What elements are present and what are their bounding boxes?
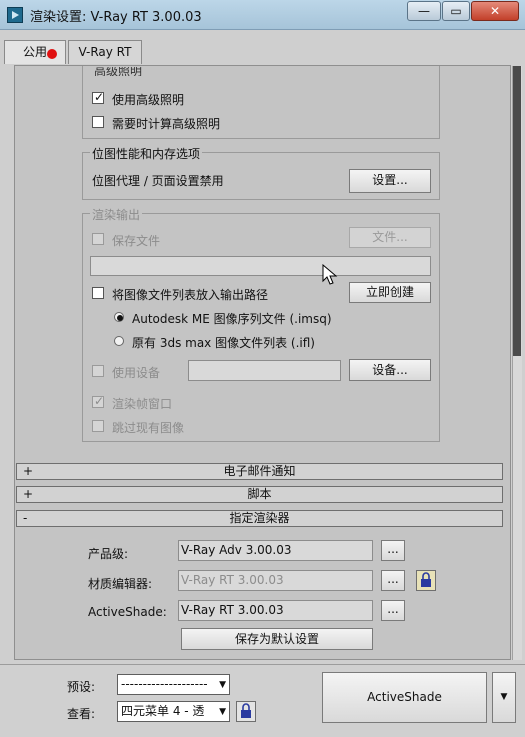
use-advanced-lighting-label: 使用高级照明 xyxy=(112,93,185,107)
save-file-checkbox[interactable] xyxy=(92,233,104,245)
lock-icon xyxy=(421,572,431,587)
use-device-label: 使用设备 xyxy=(112,366,161,380)
skip-existing-label: 跳过现有图像 xyxy=(112,421,185,435)
material-editor-lock-button[interactable] xyxy=(416,570,436,591)
checkmark-icon: ✓ xyxy=(94,394,105,408)
device-button[interactable]: 设备... xyxy=(349,359,431,381)
app-icon xyxy=(7,7,23,23)
mouse-cursor-icon xyxy=(322,263,338,286)
legacy-ifl-radio[interactable] xyxy=(114,336,124,346)
production-label: 产品级: xyxy=(88,547,129,561)
activeshade-label: ActiveShade: xyxy=(88,605,167,619)
use-device-checkbox[interactable] xyxy=(92,365,104,377)
restore-icon: ▭ xyxy=(450,4,462,18)
use-advanced-lighting-checkbox[interactable]: ✓ xyxy=(92,90,105,104)
window-title: 渲染设置: V-Ray RT 3.00.03 xyxy=(30,10,202,25)
maximize-button[interactable]: ▭ xyxy=(442,1,470,21)
compute-advanced-lighting-label: 需要时计算高级照明 xyxy=(112,117,221,131)
checkmark-icon: ✓ xyxy=(94,90,105,104)
scrollbar-thumb[interactable] xyxy=(513,66,521,356)
files-button[interactable]: 文件... xyxy=(349,227,431,248)
advanced-lighting-title: 高级照明 xyxy=(94,67,143,76)
material-editor-renderer-field: V-Ray RT 3.00.03 xyxy=(178,570,373,591)
output-path-field[interactable] xyxy=(90,256,431,276)
render-frame-window-checkbox[interactable]: ✓ xyxy=(92,394,105,408)
activeshade-renderer-field: V-Ray RT 3.00.03 xyxy=(178,600,373,621)
production-browse-button[interactable]: ... xyxy=(381,540,405,561)
bitmap-proxy-status: 位图代理 / 页面设置禁用 xyxy=(92,174,224,188)
tab-common-label: 公用 xyxy=(22,45,47,59)
lock-icon xyxy=(241,703,251,718)
bitmap-performance-title: 位图性能和内存选项 xyxy=(90,145,203,162)
material-editor-label: 材质编辑器: xyxy=(88,577,153,591)
rollout-email-notification[interactable]: + 电子邮件通知 xyxy=(16,463,503,480)
chevron-down-icon: ▼ xyxy=(217,702,226,721)
record-dot-icon xyxy=(47,49,57,59)
autodesk-me-label: Autodesk ME 图像序列文件 (.imsq) xyxy=(132,312,332,326)
legacy-ifl-label: 原有 3ds max 图像文件列表 (.ifl) xyxy=(132,336,315,350)
tab-vray-rt[interactable]: V-Ray RT xyxy=(68,40,142,64)
minimize-button[interactable]: — xyxy=(407,1,441,21)
view-lock-button[interactable] xyxy=(236,701,256,722)
production-renderer-field: V-Ray Adv 3.00.03 xyxy=(178,540,373,561)
put-image-list-label: 将图像文件列表放入输出路径 xyxy=(112,288,269,302)
view-value: 四元菜单 4 - 透 xyxy=(121,704,205,718)
rollout-title: 指定渲染器 xyxy=(229,511,290,525)
material-editor-browse-button[interactable]: ... xyxy=(381,570,405,591)
rollout-scripts[interactable]: + 脚本 xyxy=(16,486,503,503)
rollout-assign-renderer[interactable]: - 指定渲染器 xyxy=(16,510,503,527)
device-field[interactable] xyxy=(188,360,341,381)
view-label: 查看: xyxy=(67,707,96,721)
render-frame-window-label: 渲染帧窗口 xyxy=(112,397,173,411)
rollout-title: 脚本 xyxy=(247,487,272,501)
view-dropdown[interactable]: 四元菜单 4 - 透 ▼ xyxy=(117,701,230,722)
activeshade-browse-button[interactable]: ... xyxy=(381,600,405,621)
skip-existing-checkbox[interactable] xyxy=(92,420,104,432)
save-file-label: 保存文件 xyxy=(112,234,161,248)
render-mode-dropdown-button[interactable]: ▼ xyxy=(492,672,516,723)
compute-advanced-lighting-checkbox[interactable] xyxy=(92,116,104,128)
rollout-title: 电子邮件通知 xyxy=(223,464,296,478)
preset-label: 预设: xyxy=(67,680,96,694)
autodesk-me-radio[interactable] xyxy=(114,312,124,322)
bitmap-setup-button[interactable]: 设置... xyxy=(349,169,431,193)
create-now-button[interactable]: 立即创建 xyxy=(349,282,431,303)
save-as-default-button[interactable]: 保存为默认设置 xyxy=(181,628,373,650)
preset-value: -------------------- xyxy=(121,677,208,691)
preset-dropdown[interactable]: -------------------- ▼ xyxy=(117,674,230,695)
activeshade-render-button[interactable]: ActiveShade xyxy=(322,672,487,723)
render-output-title: 渲染输出 xyxy=(90,206,143,223)
chevron-down-icon: ▼ xyxy=(219,680,226,690)
tab-vray-rt-label: V-Ray RT xyxy=(78,45,132,59)
put-image-list-checkbox[interactable] xyxy=(92,287,104,299)
minimize-icon: — xyxy=(418,4,430,18)
close-button[interactable]: ✕ xyxy=(471,1,519,21)
close-icon: ✕ xyxy=(489,4,501,18)
chevron-down-icon: ▼ xyxy=(500,692,508,702)
